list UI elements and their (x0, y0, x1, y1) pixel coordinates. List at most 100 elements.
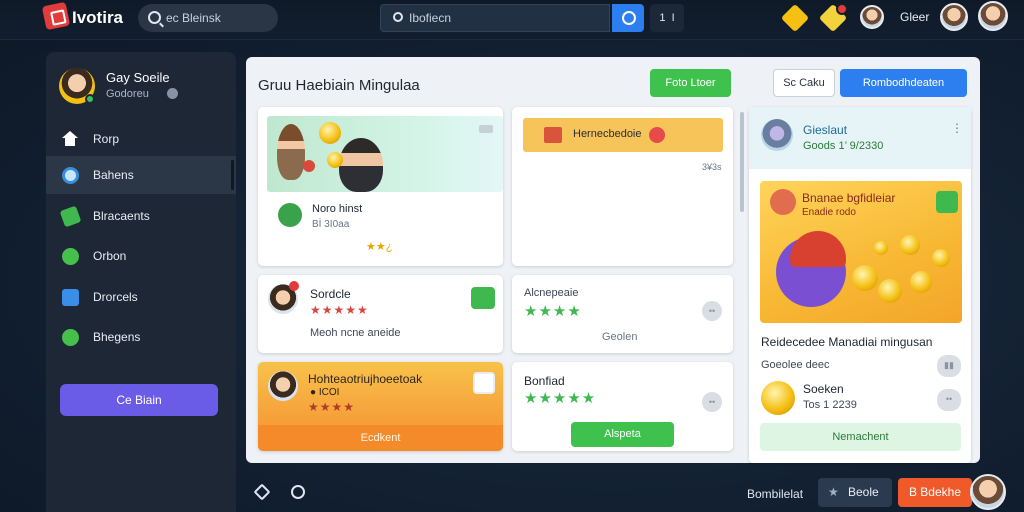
detail-user-name: Soeken (803, 382, 844, 396)
sidebar-item-balance[interactable]: Bahens (46, 156, 236, 194)
card-subtitle: Geolen (602, 331, 638, 343)
online-status-icon (85, 94, 95, 104)
more-options-icon[interactable]: •• (937, 389, 961, 411)
coin-icon (874, 241, 888, 255)
card-subtitle: ● ICOI (310, 387, 340, 398)
user-coin-avatar (761, 381, 795, 415)
dollar-icon (62, 167, 79, 184)
sidebar-action-button[interactable]: Ce Biain (60, 384, 218, 416)
shield-icon (62, 248, 79, 265)
rating-stars: ★★★★★ (524, 390, 597, 407)
card-action-button[interactable]: Ecdkent (258, 425, 503, 451)
search-button[interactable] (612, 4, 644, 32)
card-title: Alcnepeaie (524, 287, 579, 299)
notification-badge (836, 3, 848, 15)
brand-name: Ivotira (72, 8, 124, 27)
card-title: Hohteaotriujhoeetoak (308, 372, 423, 386)
logo-icon[interactable] (41, 1, 71, 31)
sidebar-item-orbon[interactable]: Orbon (46, 237, 236, 275)
card-title: Sordcle (310, 287, 351, 301)
share-icon[interactable] (253, 483, 271, 501)
detail-action-button[interactable]: Nemachent (760, 423, 961, 451)
coin-icon (327, 152, 343, 168)
profile-avatar[interactable] (978, 1, 1008, 31)
hat-shape (790, 231, 846, 267)
rating-stars: ★★★★★ (310, 303, 369, 317)
bottom-bar: Bombilelat Beole B Bdekhe (246, 474, 1024, 512)
detail-panel: Gieslaut Goods 1’ 9/2330 ⋮ Bnanae bgfidl… (749, 107, 971, 463)
primary-orange-button[interactable]: B Bdekhe (898, 478, 972, 507)
sidebar-item-home[interactable]: Rorp (46, 120, 236, 158)
coin-icon (319, 122, 341, 144)
detail-subtitle: Goods 1’ 9/2330 (803, 140, 884, 152)
sidebar-item-label: Rorp (93, 132, 120, 146)
bookmark-button[interactable]: Beole (818, 478, 892, 507)
user-name: Gleer (900, 10, 930, 24)
character-figure (339, 138, 383, 192)
detail-heading: Reidecedee Manadiai mingusan (761, 335, 933, 349)
play-button[interactable]: Alspeta (571, 422, 674, 447)
dice-icon[interactable] (473, 372, 495, 394)
promo-meta: 3¥3s (702, 162, 722, 172)
sidebar-item-bhegens[interactable]: Bhegens (46, 318, 236, 356)
detail-title: Gieslaut (803, 123, 848, 137)
detail-user-meta: Tos 1 2239 (803, 399, 857, 411)
search-input[interactable]: Ibofiecn (380, 4, 610, 32)
user-avatar[interactable] (940, 3, 968, 31)
page-counter[interactable]: 1 I (650, 4, 684, 32)
mascot-icon (770, 189, 796, 215)
primary-green-button[interactable]: Foto Ltoer (650, 69, 731, 97)
main-panel: Gruu Haebiain Mingulaa Foto Ltoer Sc Cak… (246, 57, 980, 463)
card-title: Bonfiad (524, 374, 565, 388)
promo-bar[interactable]: Hernecbedoie (523, 118, 723, 152)
menu-pill-icon[interactable] (479, 125, 493, 133)
promo-card[interactable]: Hernecbedoie 3¥3s (512, 107, 733, 266)
game-card-bonfiad[interactable]: Bonfiad ★★★★★ •• Alspeta (512, 362, 733, 451)
notification-badge (289, 281, 299, 291)
home-icon (62, 131, 79, 148)
search-pill[interactable]: ec Bleinsk (138, 4, 278, 32)
gem-icon[interactable] (780, 3, 810, 33)
info-icon[interactable] (167, 88, 178, 99)
search-placeholder: ec Bleinsk (166, 11, 221, 25)
game-banner-image (267, 116, 503, 192)
detail-header: Gieslaut Goods 1’ 9/2330 ⋮ (749, 107, 971, 169)
game-card-featured[interactable]: Noro hinst Bİ 3I0aa ★★¿ (258, 107, 503, 266)
sidebar-item-label: Orbon (93, 249, 127, 263)
sidebar-item-tickets[interactable]: Blracaents (46, 197, 236, 235)
more-options-icon[interactable]: ▮▮ (937, 355, 961, 377)
gamepad-icon[interactable] (471, 287, 495, 309)
more-options-icon[interactable]: •• (702, 392, 722, 412)
primary-blue-button[interactable]: Rombodhdeaten (840, 69, 967, 97)
game-card-sordcle[interactable]: Sordcle ★★★★★ Meoh ncne aneide (258, 275, 503, 353)
gamepad-icon[interactable] (936, 191, 958, 213)
page-title: Gruu Haebiain Mingulaa (258, 77, 420, 94)
outline-button[interactable]: Sc Caku (773, 69, 835, 97)
player-avatar (268, 371, 298, 401)
bottom-status-text: Bombilelat (747, 487, 804, 501)
kebab-menu-icon[interactable]: ⋮ (951, 121, 963, 135)
profile-name: Gay Soeile (106, 70, 170, 85)
sidebar: Gay Soeile Godoreu Rorp Bahens Blracaent… (46, 52, 236, 512)
profile-subtitle: Godoreu (106, 88, 149, 100)
chat-icon (62, 329, 79, 346)
rating-stars: ★★★★ (308, 400, 356, 414)
game-icon (278, 203, 302, 227)
game-card-rating[interactable]: Alcnepeaie ★★★★ •• Geolen (512, 275, 733, 353)
detail-banner-image[interactable]: Bnanae bgfidleiar Enadie rodo (760, 181, 962, 323)
close-icon[interactable] (649, 127, 665, 143)
puzzle-icon (62, 289, 79, 306)
sidebar-item-label: Bhegens (93, 330, 141, 344)
scrollbar[interactable] (740, 112, 744, 212)
more-options-icon[interactable]: •• (702, 301, 722, 321)
friend-avatar[interactable] (860, 5, 884, 29)
bottom-user-avatar[interactable] (970, 474, 1006, 510)
headset-icon[interactable] (291, 485, 305, 499)
coin-icon (932, 249, 950, 267)
sidebar-item-drorcels[interactable]: Drorcels (46, 278, 236, 316)
coin-icon (852, 265, 878, 291)
top-bar: Ivotira ec Bleinsk Ibofiecn 1 I Gleer (0, 0, 1024, 40)
rating-stars: ★★★★ (524, 303, 582, 320)
game-card-highlight[interactable]: Hohteaotriujhoeetoak ● ICOI ★★★★ Ecdkent (258, 362, 503, 451)
promo-text: Hernecbedoie (573, 128, 642, 140)
